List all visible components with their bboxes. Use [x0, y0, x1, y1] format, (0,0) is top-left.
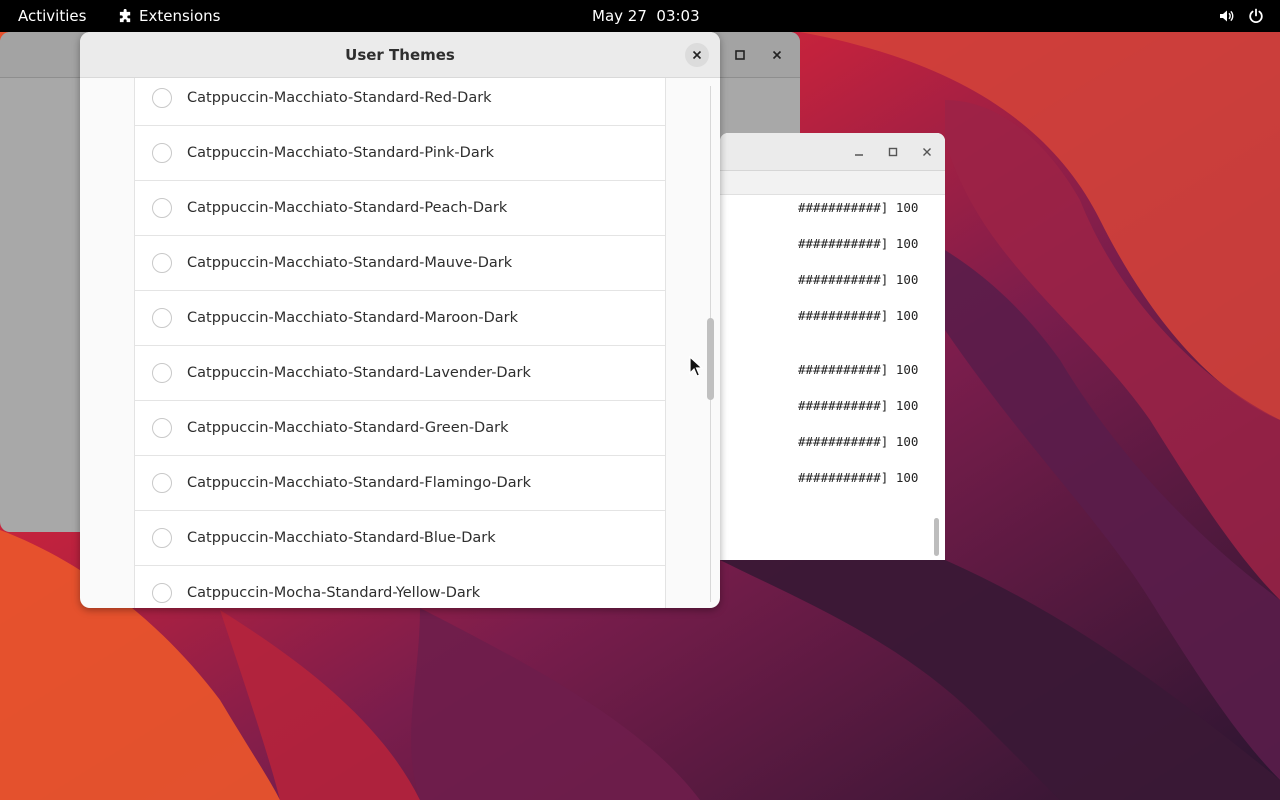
theme-row[interactable]: Catppuccin-Macchiato-Standard-Green-Dark: [135, 401, 665, 456]
power-icon[interactable]: [1248, 8, 1264, 24]
radio-button[interactable]: [152, 418, 172, 438]
volume-icon[interactable]: [1218, 8, 1234, 24]
system-tray[interactable]: [1218, 8, 1264, 24]
activities-button[interactable]: Activities: [18, 7, 86, 25]
radio-button[interactable]: [152, 363, 172, 383]
theme-label: Catppuccin-Macchiato-Standard-Pink-Dark: [187, 145, 495, 161]
theme-row[interactable]: Catppuccin-Macchiato-Standard-Flamingo-D…: [135, 456, 665, 511]
maximize-button[interactable]: [728, 43, 752, 67]
theme-row[interactable]: Catppuccin-Macchiato-Standard-Pink-Dark: [135, 126, 665, 181]
terminal-scrollbar[interactable]: [934, 518, 939, 556]
top-bar: Activities Extensions May 27 03:03: [0, 0, 1280, 32]
terminal-line: ###########] 100: [798, 236, 919, 251]
terminal-line: ###########] 100: [798, 272, 919, 287]
radio-button[interactable]: [152, 473, 172, 493]
theme-label: Catppuccin-Mocha-Standard-Yellow-Dark: [187, 585, 481, 601]
theme-row[interactable]: Catppuccin-Macchiato-Standard-Peach-Dark: [135, 181, 665, 236]
theme-list-scrollbar[interactable]: [706, 86, 714, 602]
theme-row[interactable]: Catppuccin-Macchiato-Standard-Maroon-Dar…: [135, 291, 665, 346]
close-icon: [923, 148, 931, 156]
scrollbar-thumb[interactable]: [707, 318, 714, 400]
user-themes-dialog: User Themes Catppuccin-Macchiato-Standar…: [80, 32, 720, 608]
close-button[interactable]: [915, 140, 939, 164]
radio-button[interactable]: [152, 253, 172, 273]
theme-label: Catppuccin-Macchiato-Standard-Red-Dark: [187, 90, 492, 106]
clock[interactable]: May 27 03:03: [592, 7, 700, 25]
radio-button[interactable]: [152, 88, 172, 108]
terminal-window: ###########] 100 ###########] 100 ######…: [720, 133, 945, 560]
theme-label: Catppuccin-Macchiato-Standard-Mauve-Dark: [187, 255, 513, 271]
theme-row[interactable]: Catppuccin-Macchiato-Standard-Red-Dark: [135, 78, 665, 126]
terminal-line: ###########] 100: [798, 470, 919, 485]
minimize-button[interactable]: [847, 140, 871, 164]
puzzle-icon: [119, 8, 131, 22]
terminal-line: ###########] 100: [798, 362, 919, 377]
theme-row[interactable]: Catppuccin-Macchiato-Standard-Mauve-Dark: [135, 236, 665, 291]
theme-row[interactable]: Catppuccin-Macchiato-Standard-Lavender-D…: [135, 346, 665, 401]
dialog-close-button[interactable]: [685, 43, 709, 67]
theme-label: Catppuccin-Macchiato-Standard-Peach-Dark: [187, 200, 508, 216]
terminal-titlebar[interactable]: [720, 133, 945, 171]
radio-button[interactable]: [152, 308, 172, 328]
radio-button[interactable]: [152, 583, 172, 603]
maximize-icon: [888, 147, 898, 157]
theme-label: Catppuccin-Macchiato-Standard-Maroon-Dar…: [187, 310, 519, 326]
radio-button[interactable]: [152, 143, 172, 163]
app-menu[interactable]: Extensions: [118, 7, 220, 25]
maximize-button[interactable]: [881, 140, 905, 164]
minimize-icon: [855, 154, 863, 156]
mouse-pointer-icon: [689, 356, 703, 377]
theme-label: Catppuccin-Macchiato-Standard-Green-Dark: [187, 420, 509, 436]
theme-label: Catppuccin-Macchiato-Standard-Blue-Dark: [187, 530, 496, 546]
close-icon: [772, 50, 782, 60]
theme-row[interactable]: Catppuccin-Mocha-Standard-Yellow-Dark: [135, 566, 665, 608]
theme-row[interactable]: Catppuccin-Macchiato-Standard-Blue-Dark: [135, 511, 665, 566]
close-icon: [692, 50, 702, 60]
dialog-title: User Themes: [345, 46, 455, 64]
app-menu-label: Extensions: [139, 7, 221, 25]
theme-list: Catppuccin-Macchiato-Standard-Red-Dark C…: [134, 78, 666, 608]
terminal-line: ###########] 100: [798, 308, 919, 323]
maximize-icon: [735, 50, 745, 60]
theme-label: Catppuccin-Macchiato-Standard-Lavender-D…: [187, 365, 531, 381]
terminal-tab-strip: [720, 171, 945, 195]
terminal-line: ###########] 100: [798, 200, 919, 215]
theme-label: Catppuccin-Macchiato-Standard-Flamingo-D…: [187, 475, 531, 491]
terminal-line: ###########] 100: [798, 398, 919, 413]
radio-button[interactable]: [152, 198, 172, 218]
terminal-line: ###########] 100: [798, 434, 919, 449]
window-close-button[interactable]: [765, 43, 789, 67]
radio-button[interactable]: [152, 528, 172, 548]
